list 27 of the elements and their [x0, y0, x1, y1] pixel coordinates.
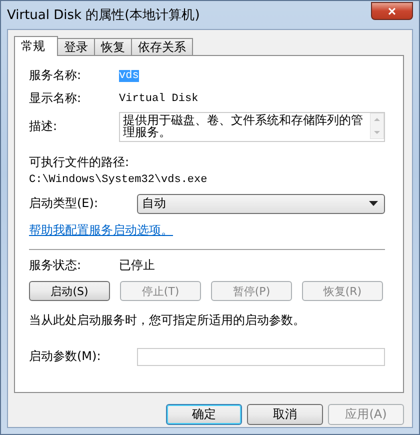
close-button[interactable]: ×	[371, 2, 413, 20]
path-value: C:\Windows\System32\vds.exe	[29, 174, 208, 186]
startup-type-dropdown[interactable]: 自动	[137, 194, 385, 214]
display-name-value: Virtual Disk	[119, 92, 198, 104]
field-label: 显示名称:	[29, 90, 82, 107]
field-label: 启动参数(M):	[29, 348, 102, 365]
hint-text: 当从此处启动服务时，您可指定所适用的启动参数。	[29, 312, 306, 329]
service-button[interactable]: 启动(S)	[29, 281, 110, 301]
tab[interactable]: 恢复	[94, 38, 132, 55]
window-title: Virtual Disk 的属性(本地计算机)	[7, 7, 200, 24]
path-label: 可执行文件的路径:	[29, 154, 130, 171]
field-label: 启动类型(E):	[29, 195, 99, 212]
field-label: 描述:	[29, 118, 58, 135]
tab[interactable]: 登录	[57, 38, 95, 55]
tab[interactable]: 常规	[14, 36, 58, 56]
description-field[interactable]: 提供用于磁盘、卷、文件系统和存储阵列的管理服务。	[119, 112, 385, 142]
dialog-button[interactable]: 确定	[166, 404, 242, 425]
caret-icon	[369, 201, 378, 206]
service-name-value: vds	[119, 70, 139, 82]
start-params-field[interactable]	[137, 348, 385, 366]
tab[interactable]: 依存关系	[131, 38, 193, 55]
scrollbar-icon	[370, 113, 384, 139]
service-status-value: 已停止	[119, 257, 155, 274]
field-label: 服务名称:	[29, 67, 82, 84]
dialog-button[interactable]: 取消	[247, 404, 323, 425]
field-label: 服务状态:	[29, 257, 82, 274]
help-link[interactable]: 帮助我配置服务启动选项。	[29, 222, 173, 239]
